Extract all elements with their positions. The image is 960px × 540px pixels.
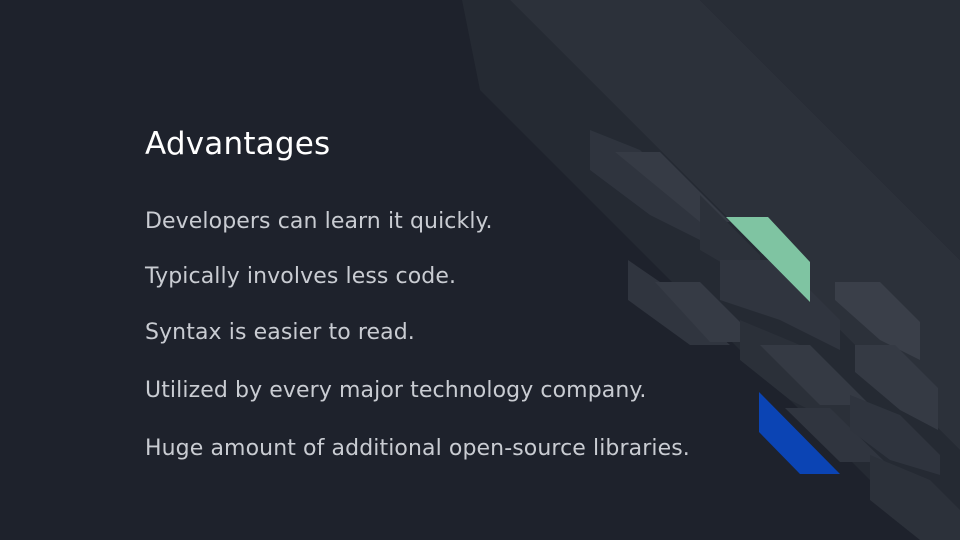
- slide-title: Advantages: [145, 126, 331, 162]
- bullet-item: Huge amount of additional open-source li…: [145, 436, 690, 461]
- bullet-item: Developers can learn it quickly.: [145, 209, 493, 234]
- bullet-item: Typically involves less code.: [145, 264, 457, 289]
- slide: Advantages Developers can learn it quick…: [0, 0, 960, 540]
- bullet-item: Syntax is easier to read.: [145, 320, 415, 345]
- bullet-item: Utilized by every major technology compa…: [145, 378, 647, 403]
